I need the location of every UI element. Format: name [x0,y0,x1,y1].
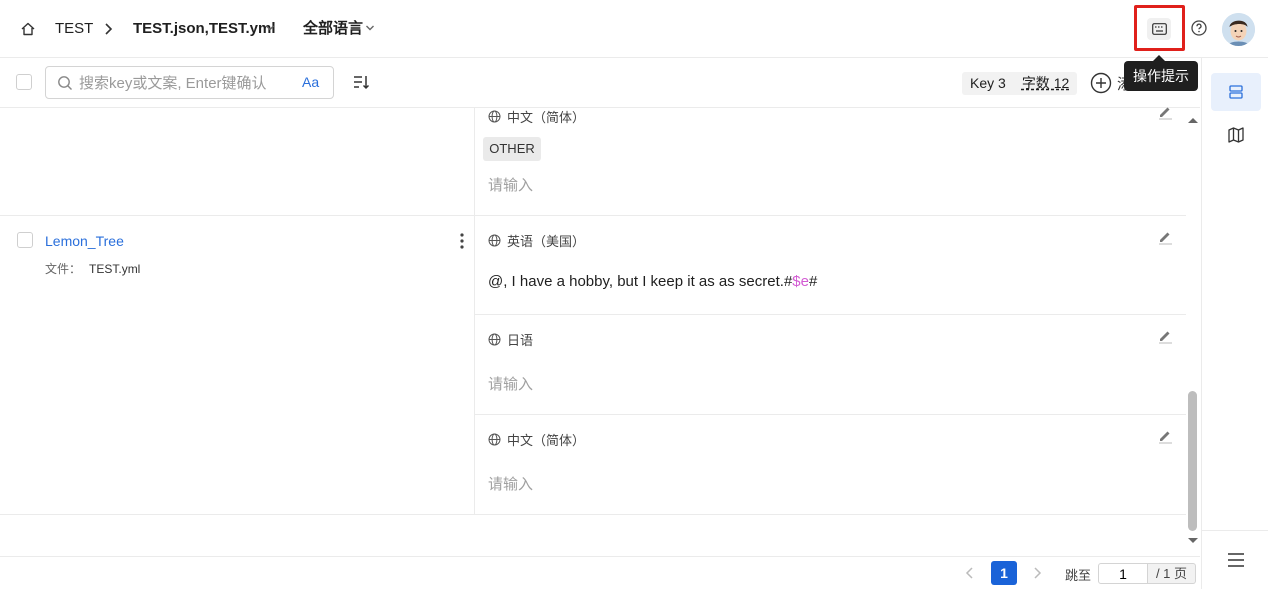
search-box: Aa [45,66,334,99]
chevron-down-icon[interactable] [265,23,275,33]
breadcrumb-project[interactable]: TEST [55,20,93,38]
add-circle-icon[interactable] [1090,72,1112,94]
globe-icon [488,110,501,123]
char-count: 字数 12 [1021,75,1070,91]
language-header: 中文（简体） [488,430,585,449]
file-info: 文件： TEST.yml [45,260,140,277]
page-total: / 1 页 [1148,563,1196,584]
language-filter[interactable]: 全部语言 [303,20,363,38]
user-avatar-icon [1222,13,1255,46]
file-label: 文件： [45,262,82,276]
file-selector[interactable]: TEST.json,TEST.yml [133,20,276,38]
top-bar: TEST TEST.json,TEST.yml 全部语言 [0,0,1268,58]
row-separator [475,414,1186,415]
language-header: 中文（简体） [488,107,585,126]
map-icon[interactable] [1227,126,1245,144]
select-all-checkbox[interactable] [16,74,32,90]
translation-input[interactable]: 请输入 [488,373,533,394]
variable-token: $e [792,273,809,290]
sort-icon[interactable] [353,74,370,91]
scrollbar-thumb[interactable] [1188,391,1197,531]
language-name: 日语 [507,333,534,348]
edit-icon[interactable] [1157,428,1173,444]
globe-icon [488,234,501,247]
chevron-right-icon[interactable] [1032,567,1042,579]
more-options-icon[interactable] [459,232,465,250]
home-icon[interactable] [20,21,36,37]
side-divider [1202,530,1268,531]
globe-icon [488,433,501,446]
key-name-link[interactable]: Lemon_Tree [45,233,124,249]
avatar[interactable] [1222,13,1255,46]
tag-badge: OTHER [483,137,541,161]
list-view-button[interactable] [1211,73,1261,111]
row-checkbox[interactable] [17,232,33,248]
tooltip: 操作提示 [1124,55,1198,91]
globe-icon [488,333,501,346]
pagination-bar: 1 跳至 / 1 页 [0,556,1200,589]
search-icon [58,76,72,90]
keyboard-icon [1151,23,1167,35]
keyboard-shortcuts-button[interactable] [1147,18,1171,40]
translation-input[interactable]: 请输入 [488,473,533,494]
search-input[interactable] [79,73,289,93]
chevron-down-icon[interactable] [365,23,375,33]
list-view-icon [1229,85,1243,99]
language-name: 中文（简体） [507,110,586,125]
language-name: 英语（美国） [507,234,586,249]
value-text: # [808,273,818,290]
language-header: 英语（美国） [488,231,585,250]
translation-input[interactable]: 请输入 [488,174,533,195]
file-name: TEST.yml [89,262,141,276]
chevron-left-icon[interactable] [965,567,975,579]
language-name: 中文（简体） [507,433,586,448]
edit-icon[interactable] [1157,104,1173,120]
row-separator [0,514,1186,515]
toolbar: Aa Key 3 字数 12 添 [0,58,1200,108]
help-icon[interactable] [1190,19,1208,37]
jump-label: 跳至 [1065,568,1092,583]
value-text: @, I have a hobby, but I keep it as as s… [488,273,793,290]
case-sensitive-toggle[interactable]: Aa [302,74,319,90]
edit-icon[interactable] [1157,328,1173,344]
chevron-right-icon [105,23,113,35]
language-header: 日语 [488,330,533,349]
column-divider [474,108,475,514]
edit-icon[interactable] [1157,229,1173,245]
page-number-current[interactable]: 1 [991,561,1017,585]
translation-value[interactable]: @, I have a hobby, but I keep it as as s… [488,273,817,290]
row-separator [0,215,1186,216]
scroll-up-arrow-icon[interactable] [1186,116,1200,124]
key-count: Key 3 [970,75,1006,91]
menu-icon[interactable] [1227,551,1245,569]
scroll-down-arrow-icon[interactable] [1186,537,1200,545]
row-separator [475,314,1186,315]
right-side-panel [1201,58,1268,589]
page-jump-input[interactable] [1098,563,1148,584]
stats-badge: Key 3 字数 12 [962,72,1078,95]
